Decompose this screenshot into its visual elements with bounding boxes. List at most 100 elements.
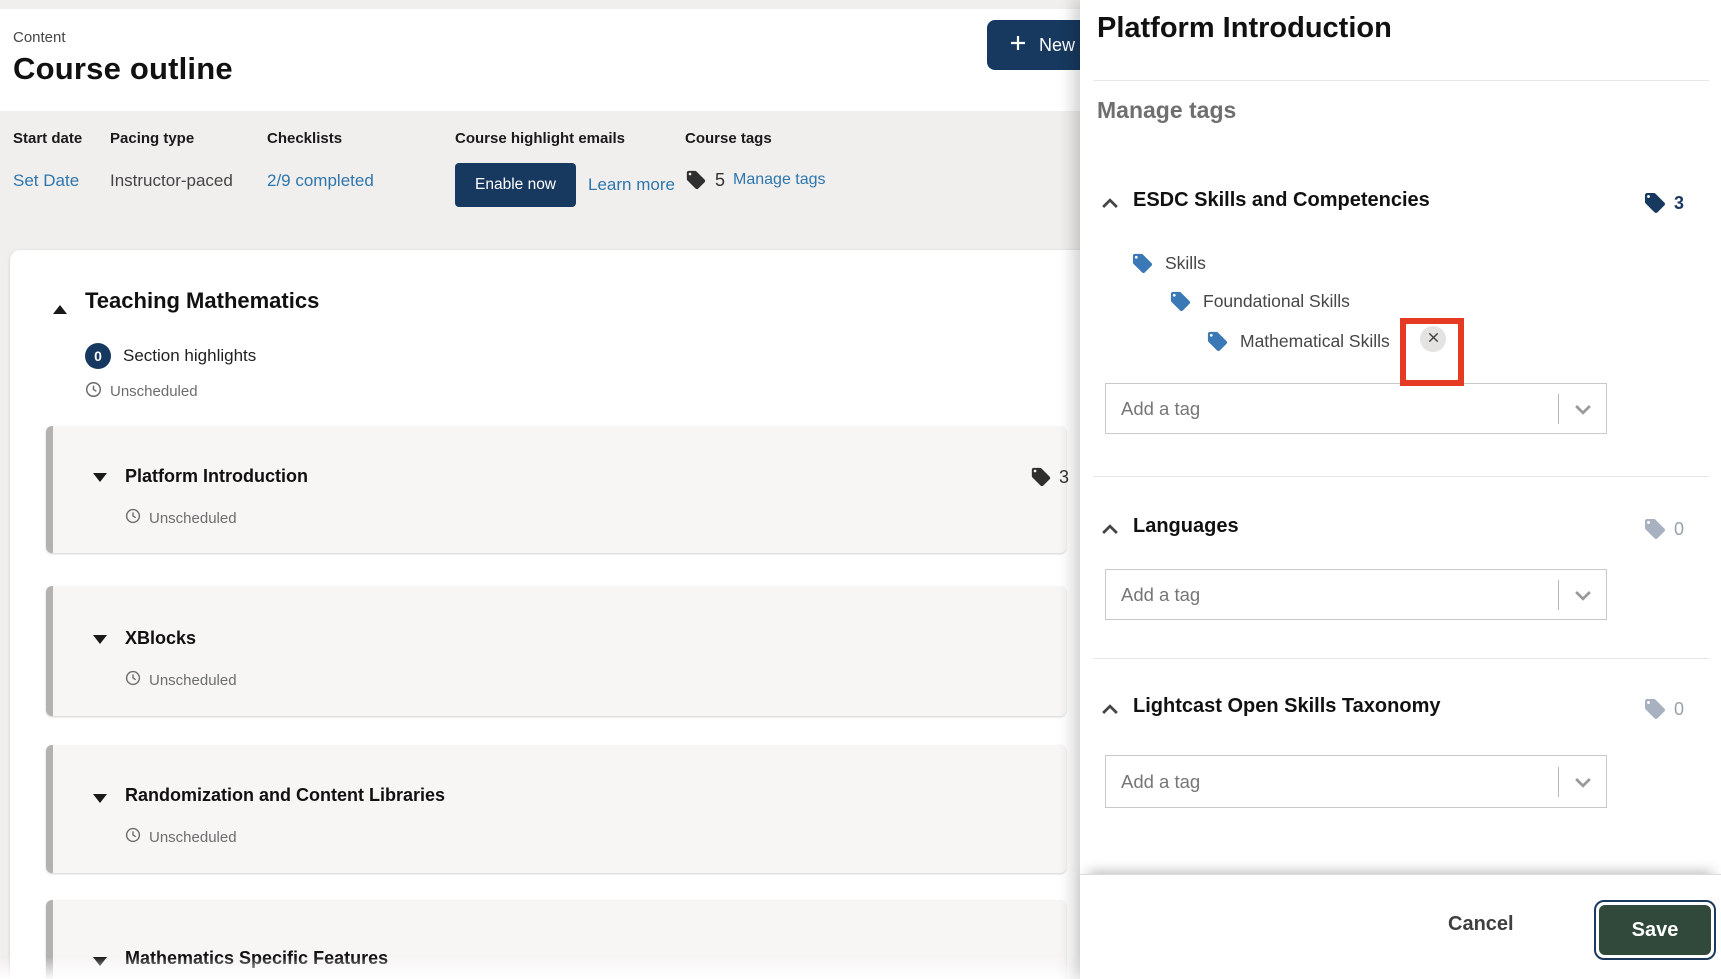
drawer-title: Platform Introduction [1097,12,1392,45]
enable-now-button[interactable]: Enable now [455,163,576,207]
subsection-schedule: Unscheduled [125,670,237,690]
meta-highlight-emails: Course highlight emails Enable now Learn… [455,130,675,207]
add-tag-input[interactable] [1106,756,1558,807]
expand-subsection-caret-icon[interactable] [93,954,107,969]
app-window: Content Course outline New Start date Se… [0,0,1721,979]
tag-icon [1643,191,1667,215]
meta-start-date: Start date Set Date [13,130,82,191]
collapse-taxonomy-chevron-icon[interactable] [1099,193,1121,218]
expand-subsection-caret-icon[interactable] [93,632,107,647]
tag-count-value: 0 [1674,699,1684,720]
schedule-label: Unscheduled [149,829,237,846]
page-header: Content Course outline [0,9,1100,111]
add-tag-input[interactable] [1106,570,1558,619]
meta-label: Course highlight emails [455,130,675,147]
chevron-down-icon[interactable] [1559,384,1606,433]
tag-count-value: 0 [1674,519,1684,540]
section-schedule: Unscheduled [85,381,198,402]
tag-icon [1030,466,1052,488]
subsection-card-platform-introduction: Platform Introduction 3 Unscheduled [46,426,1066,553]
breadcrumb: Content [13,29,66,46]
save-button[interactable]: Save [1599,905,1711,955]
tag-icon [1643,697,1667,721]
taxonomy-tag-count: 0 [1643,697,1684,721]
applied-tag-label: Foundational Skills [1203,291,1350,312]
drawer-footer: Cancel Save [1080,874,1721,979]
applied-tag-label: Skills [1165,253,1206,274]
applied-tag-label: Mathematical Skills [1240,331,1390,352]
taxonomy-name[interactable]: Lightcast Open Skills Taxonomy [1133,695,1440,718]
checklists-link[interactable]: 2/9 completed [267,171,374,191]
schedule-label: Unscheduled [110,383,198,400]
remove-tag-button[interactable] [1420,326,1446,352]
tag-icon [1131,252,1154,275]
meta-label: Checklists [267,130,374,147]
clock-icon [125,508,141,528]
expand-subsection-caret-icon[interactable] [93,791,107,806]
applied-tag-row: Skills [1131,252,1206,275]
subsection-title[interactable]: XBlocks [125,628,196,649]
add-tag-input[interactable] [1106,384,1558,433]
applied-tag-row: Mathematical Skills [1206,330,1390,353]
subsection-schedule: Unscheduled [125,827,237,847]
clock-icon [85,381,102,402]
collapse-section-caret-icon[interactable] [53,302,67,317]
applied-tag-row: Foundational Skills [1169,290,1350,313]
subsection-title[interactable]: Mathematics Specific Features [125,948,388,969]
subsection-card-randomization: Randomization and Content Libraries Unsc… [46,745,1066,873]
subsection-tag-count: 3 [1030,466,1069,488]
course-tag-count: 5 [715,170,725,191]
highlights-count-badge: 0 [85,343,111,369]
plus-icon [1009,34,1027,57]
clock-icon [125,827,141,847]
manage-tags-link[interactable]: Manage tags [733,171,826,189]
taxonomy-tag-count: 0 [1643,517,1684,541]
chevron-down-icon[interactable] [1559,756,1606,807]
collapse-taxonomy-chevron-icon[interactable] [1099,699,1121,724]
tag-count-value: 3 [1059,467,1069,488]
taxonomy-name[interactable]: Languages [1133,515,1239,538]
close-icon [1427,331,1440,347]
clock-icon [125,670,141,690]
tag-icon [1206,330,1229,353]
cancel-button[interactable]: Cancel [1448,913,1514,936]
tag-icon [1643,517,1667,541]
section-highlights-button[interactable]: 0 Section highlights [85,343,256,369]
meta-label: Pacing type [110,130,233,147]
meta-label: Course tags [685,130,826,147]
tag-icon [1169,290,1192,313]
manage-tags-drawer: Platform Introduction Manage tags ESDC S… [1080,0,1721,979]
section-title[interactable]: Teaching Mathematics [85,288,319,314]
subsection-title[interactable]: Platform Introduction [125,466,308,487]
collapse-taxonomy-chevron-icon[interactable] [1099,519,1121,544]
subsection-schedule: Unscheduled [125,508,237,528]
taxonomy-name[interactable]: ESDC Skills and Competencies [1133,189,1430,212]
tag-icon [685,169,707,191]
schedule-label: Unscheduled [149,510,237,527]
divider [1093,476,1709,477]
subsection-card-xblocks: XBlocks Unscheduled [46,586,1066,716]
taxonomy-tag-count: 3 [1643,191,1684,215]
schedule-label: Unscheduled [149,672,237,689]
divider [1093,80,1709,81]
expand-subsection-caret-icon[interactable] [93,470,107,485]
add-tag-field [1105,569,1607,620]
subsection-title[interactable]: Randomization and Content Libraries [125,785,445,806]
manage-tags-heading: Manage tags [1097,97,1236,124]
highlights-label: Section highlights [123,346,256,366]
meta-course-tags: Course tags 5 Manage tags [685,130,826,191]
add-tag-field [1105,383,1607,434]
new-button-label: New [1039,35,1075,56]
meta-checklists: Checklists 2/9 completed [267,130,374,191]
set-date-link[interactable]: Set Date [13,171,79,191]
chevron-down-icon[interactable] [1559,570,1606,619]
page-title: Course outline [13,51,233,87]
save-button-focus-ring: Save [1594,900,1716,960]
divider [1093,658,1709,659]
add-tag-field [1105,755,1607,808]
learn-more-link[interactable]: Learn more [588,175,675,195]
pacing-type-value: Instructor-paced [110,171,233,191]
subsection-card-math-features: Mathematics Specific Features [46,900,1066,979]
section-card: Teaching Mathematics 0 Section highlight… [10,250,1100,979]
meta-label: Start date [13,130,82,147]
